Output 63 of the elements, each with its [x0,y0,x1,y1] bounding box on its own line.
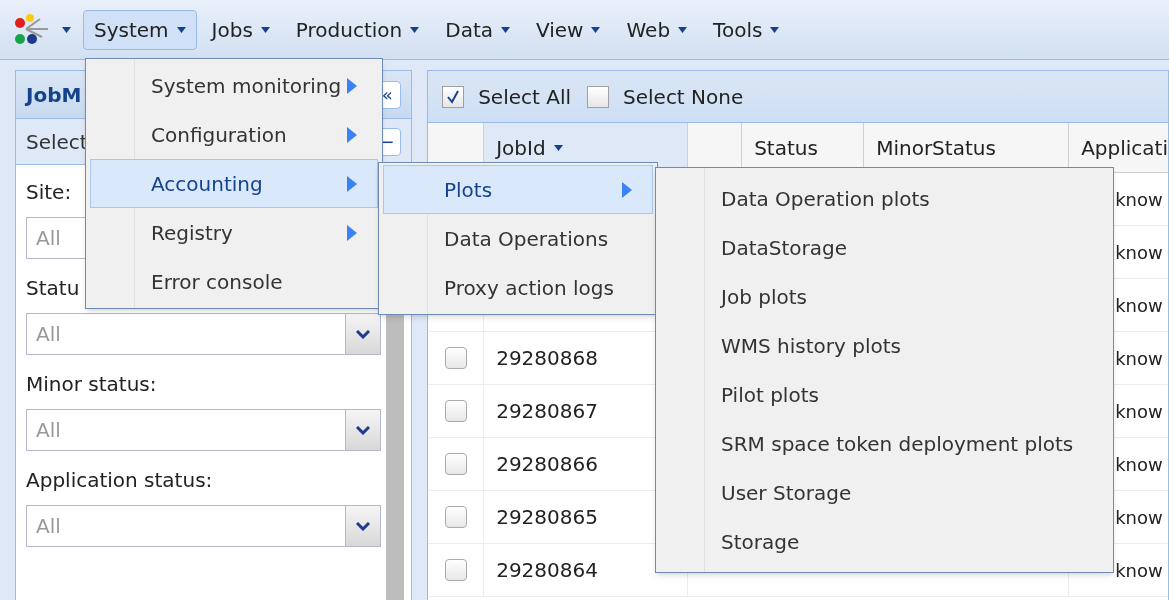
application-cell-text: know [1115,293,1163,318]
checkbox-label[interactable]: Select None [623,81,744,112]
checkbox[interactable] [587,85,609,108]
menu-item[interactable]: Pilot plots [660,370,1109,419]
menu-bar-item[interactable]: Production [284,9,431,50]
job-id-cell-text: 29280868 [496,345,598,372]
application-cell-text: know [1115,187,1163,212]
job-id-cell-text: 29280867 [496,398,598,425]
caret-icon [553,144,563,151]
menu-item[interactable]: WMS history plots [660,321,1109,370]
menu-item[interactable]: Job plots [660,272,1109,321]
menu-item[interactable]: SRM space token deployment plots [660,419,1109,468]
caret-icon [176,26,186,33]
menu-bar-item[interactable]: Jobs [200,9,281,50]
menu-bar-item[interactable]: System [83,9,197,50]
menu-bar-item[interactable]: Tools [702,9,791,50]
caret-icon [62,26,71,33]
application-cell-text: know [1115,452,1163,477]
caret-icon [410,26,420,33]
filter-label: Minor status: [26,371,157,398]
chevron-down-icon [356,521,370,531]
menu-item[interactable]: Data Operation plots [660,174,1109,223]
menu-item[interactable]: Storage [660,517,1109,566]
row-checkbox[interactable] [444,453,467,475]
menu-item[interactable]: Accounting [90,159,378,208]
checkbox-label[interactable]: Select All [478,81,571,112]
application-cell-text: know [1115,558,1163,583]
job-id-cell-text: 29280865 [496,504,598,531]
row-checkbox[interactable] [444,506,467,528]
application-cell-text: know [1115,346,1163,371]
row-checkbox[interactable] [444,347,467,369]
caret-icon [678,26,688,33]
caret-icon [260,26,270,33]
panel-title: JobM [26,81,82,109]
caret-icon [770,26,780,33]
menu-bar-item[interactable]: Web [615,9,699,50]
menu-item[interactable]: Data Operations [383,214,653,263]
menu-item[interactable]: DataStorage [660,223,1109,272]
checkmark-icon [446,89,461,104]
menu-item[interactable]: Proxy action logs [383,263,653,312]
job-id-cell-text: 29280864 [496,557,598,584]
menu-bar-item[interactable]: Data [434,9,521,50]
chevron-down-icon [356,329,370,339]
menu-item[interactable]: User Storage [660,468,1109,517]
application-cell-text: know [1115,240,1163,265]
application-cell-text: know [1115,505,1163,530]
job-id-cell-text: 29280866 [496,451,598,478]
subheader-title: Select [26,128,88,156]
filter-label: Site: [26,179,72,206]
menu-bar-item[interactable]: View [525,9,612,50]
checkbox[interactable] [442,85,465,108]
caret-icon [591,26,601,33]
application-cell-text: know [1115,399,1163,424]
filter-label: Application status: [26,467,213,494]
row-checkbox[interactable] [444,559,467,581]
column-header[interactable]: Applicati [1069,123,1168,172]
filter-label: Statu [26,275,80,302]
chevron-down-icon [356,425,370,435]
menu-item[interactable]: Registry [90,208,378,257]
menu-item[interactable]: Error console [90,257,378,306]
row-checkbox[interactable] [444,400,467,422]
menu-item[interactable]: Plots [383,165,653,214]
caret-icon [501,26,510,33]
